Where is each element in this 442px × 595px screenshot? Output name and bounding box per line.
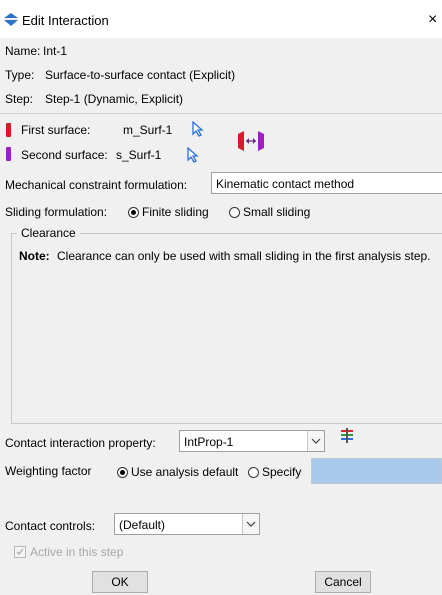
first-surface-label: First surface:: [21, 123, 91, 137]
step-label: Step:: [5, 92, 34, 106]
specify-radio[interactable]: Specify: [248, 465, 301, 479]
cancel-button[interactable]: Cancel: [315, 571, 371, 593]
select-second-surface-icon[interactable]: [186, 147, 200, 163]
contact-controls-label: Contact controls:: [5, 519, 96, 533]
close-button[interactable]: ×: [428, 11, 437, 29]
radio-selected-icon: [117, 467, 128, 478]
use-analysis-default-label: Use analysis default: [131, 465, 239, 479]
checkbox-checked-icon: [14, 546, 26, 558]
type-label: Type:: [5, 68, 35, 82]
weighting-factor-label: Weighting factor: [5, 464, 92, 478]
small-sliding-label: Small sliding: [243, 205, 311, 219]
swap-surfaces-icon[interactable]: [237, 130, 265, 152]
clearance-note: Clearance can only be used with small sl…: [57, 249, 431, 263]
radio-unselected-icon: [229, 207, 240, 218]
small-sliding-radio[interactable]: Small sliding: [229, 205, 310, 219]
separator: [0, 113, 442, 114]
clearance-note-label: Note:: [19, 249, 50, 263]
name-label: Name:: [5, 44, 41, 58]
finite-sliding-label: Finite sliding: [142, 205, 209, 219]
weighting-factor-input[interactable]: [311, 458, 442, 484]
second-surface-label: Second surface:: [21, 148, 108, 162]
sliding-formulation-label: Sliding formulation:: [5, 205, 108, 219]
select-first-surface-icon[interactable]: [191, 121, 205, 137]
create-property-icon[interactable]: [340, 428, 354, 444]
name-value: Int-1: [43, 44, 68, 58]
title-bar[interactable]: Edit Interaction ×: [0, 0, 442, 38]
specify-label: Specify: [262, 465, 302, 479]
mechanical-constraint-label: Mechanical constraint formulation:: [5, 178, 188, 192]
type-value: Surface-to-surface contact (Explicit): [45, 68, 236, 82]
chevron-down-icon: [311, 438, 321, 444]
first-surface-value: m_Surf-1: [123, 123, 173, 137]
app-icon: [4, 13, 18, 26]
dropdown-button[interactable]: [242, 514, 259, 534]
chevron-down-icon: [246, 521, 256, 527]
dropdown-button[interactable]: [307, 431, 324, 451]
active-checkbox: Active in this step: [14, 545, 123, 559]
ok-button[interactable]: OK: [92, 571, 148, 593]
radio-unselected-icon: [248, 467, 259, 478]
contact-property-select[interactable]: IntProp-1: [179, 430, 325, 452]
contact-property-value: IntProp-1: [184, 435, 234, 449]
radio-selected-icon: [128, 207, 139, 218]
mechanical-constraint-select[interactable]: Kinematic contact method: [211, 172, 442, 194]
contact-controls-select[interactable]: (Default): [114, 513, 260, 535]
use-analysis-default-radio[interactable]: Use analysis default: [117, 465, 238, 479]
mechanical-constraint-value: Kinematic contact method: [216, 177, 355, 191]
window-title: Edit Interaction: [22, 13, 109, 28]
active-label: Active in this step: [30, 545, 124, 559]
second-surface-value: s_Surf-1: [116, 148, 162, 162]
finite-sliding-radio[interactable]: Finite sliding: [128, 205, 209, 219]
second-surface-icon: [6, 147, 11, 161]
first-surface-icon: [6, 123, 11, 137]
clearance-title: Clearance: [17, 226, 80, 240]
contact-property-label: Contact interaction property:: [5, 436, 156, 450]
contact-controls-value: (Default): [119, 518, 166, 532]
step-value: Step-1 (Dynamic, Explicit): [45, 92, 184, 106]
